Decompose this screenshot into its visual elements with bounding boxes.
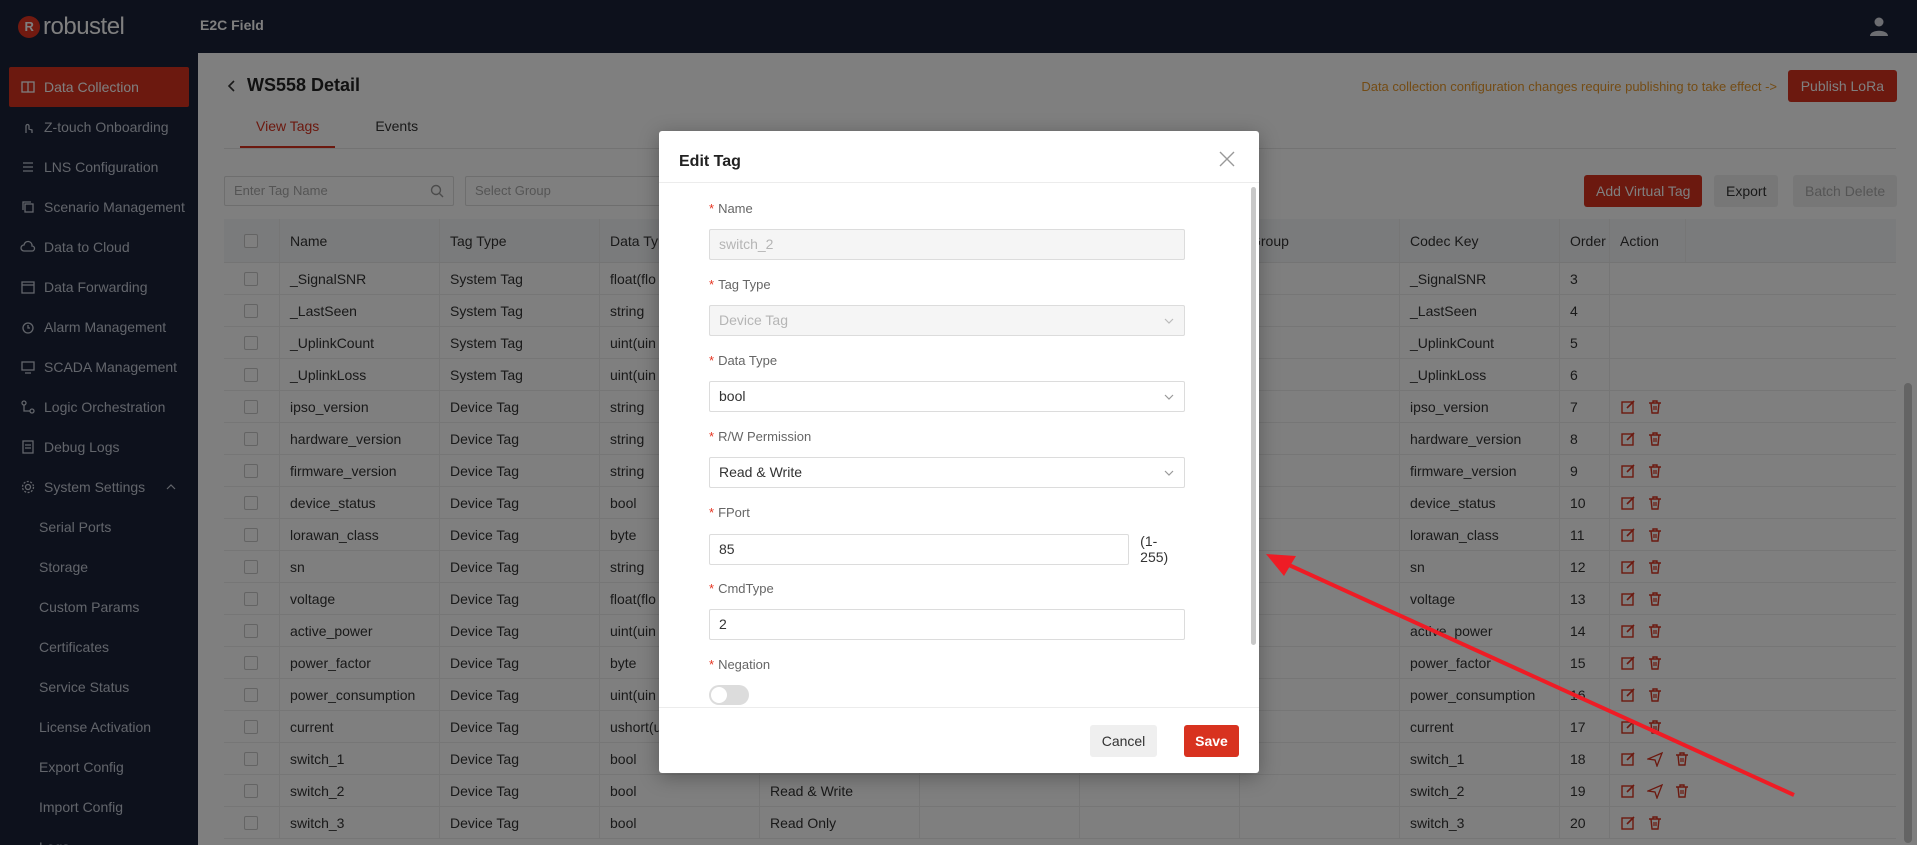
- fport-label: * FPort: [709, 505, 750, 520]
- chevron-down-icon[interactable]: [1164, 392, 1174, 402]
- name-input: switch_2: [709, 229, 1185, 260]
- chevron-down-icon[interactable]: [1164, 468, 1174, 478]
- cancel-button[interactable]: Cancel: [1090, 725, 1157, 757]
- negation-toggle[interactable]: [709, 685, 749, 705]
- data-type-label: * Data Type: [709, 353, 778, 368]
- tag-type-label: * Tag Type: [709, 277, 771, 292]
- negation-field: * Negation: [709, 657, 1185, 705]
- data-type-select[interactable]: bool: [709, 381, 1185, 412]
- cmdtype-input[interactable]: 2: [709, 609, 1185, 640]
- rw-permission-label: * R/W Permission: [709, 429, 812, 444]
- close-icon[interactable]: [1217, 149, 1237, 169]
- modal-scrollbar[interactable]: [1251, 187, 1256, 645]
- modal-title: Edit Tag: [679, 153, 741, 170]
- negation-label: * Negation: [709, 657, 771, 672]
- name-field: * Name switch_2: [709, 201, 1185, 260]
- name-label: * Name: [709, 201, 753, 216]
- tag-type-select: Device Tag: [709, 305, 1185, 336]
- rw-permission-select[interactable]: Read & Write: [709, 457, 1185, 488]
- modal-body: * Name switch_2 * Tag Type Device Tag * Dat…: [659, 183, 1259, 707]
- fport-range-hint: (1-255): [1140, 533, 1169, 565]
- modal-footer-divider: [659, 707, 1259, 708]
- data-type-field: * Data Type bool: [709, 353, 1185, 412]
- fport-input[interactable]: 85: [709, 533, 1130, 565]
- toggle-knob: [711, 687, 727, 703]
- rw-permission-field: * R/W Permission Read & Write: [709, 429, 1185, 488]
- cmdtype-field: * CmdType 2: [709, 581, 1185, 640]
- cmdtype-label: * CmdType: [709, 581, 774, 596]
- tag-type-field: * Tag Type Device Tag: [709, 277, 1185, 336]
- save-button[interactable]: Save: [1184, 725, 1239, 757]
- edit-tag-modal: Edit Tag * Name switch_2 * Tag Type Device…: [659, 131, 1259, 773]
- chevron-down-icon: [1164, 318, 1174, 324]
- fport-field: * FPort 85 (1-255): [709, 505, 1185, 565]
